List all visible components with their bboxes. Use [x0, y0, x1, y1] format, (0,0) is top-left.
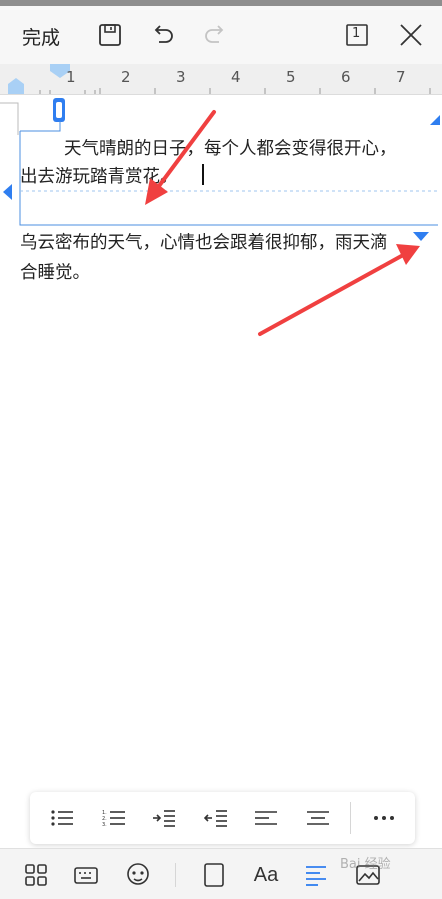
ruler-number: 7 — [396, 68, 406, 86]
ruler-number: 1 — [66, 68, 76, 86]
redo-icon[interactable] — [200, 20, 230, 50]
align-left-icon[interactable] — [250, 802, 282, 834]
divider — [175, 863, 176, 887]
watermark: Bai 经验 — [340, 857, 391, 872]
left-selection-handle-icon[interactable] — [2, 183, 14, 201]
ruler-number: 2 — [121, 68, 131, 86]
increase-indent-icon[interactable] — [148, 802, 180, 834]
paragraph2-line1[interactable]: 乌云密布的天气，心情也会跟着很抑郁，雨天滴 — [20, 229, 388, 254]
page-count-label: 1 — [352, 26, 361, 41]
numbered-list-icon[interactable]: 1. 2. 3. — [98, 802, 130, 834]
done-button[interactable]: 完成 — [22, 23, 60, 50]
more-icon[interactable] — [368, 802, 400, 834]
font-icon[interactable]: Aa — [250, 859, 282, 891]
paragraph1-line1[interactable]: 天气晴朗的日子，每个人都会变得很开心， — [64, 135, 397, 160]
keyboard-icon[interactable] — [70, 859, 102, 891]
right-selection-handle-icon[interactable] — [412, 231, 430, 243]
bullet-list-icon[interactable] — [46, 802, 78, 834]
document-canvas[interactable]: 天气晴朗的日子，每个人都会变得很开心， 出去游玩踏青赏花。 乌云密布的天气，心情… — [0, 95, 442, 790]
svg-text:3.: 3. — [102, 822, 107, 828]
align-center-icon[interactable] — [302, 802, 334, 834]
ruler-number: 4 — [231, 68, 241, 86]
page-frame-icon[interactable] — [198, 859, 230, 891]
ruler-number: 5 — [286, 68, 296, 86]
apps-grid-icon[interactable] — [20, 859, 52, 891]
ruler[interactable]: 1 2 3 4 5 6 7 — [0, 64, 442, 95]
close-icon[interactable] — [396, 20, 426, 50]
divider — [350, 802, 351, 834]
undo-icon[interactable] — [148, 20, 178, 50]
paragraph-icon[interactable] — [300, 859, 332, 891]
text-cursor — [202, 164, 204, 185]
paragraph2-line2[interactable]: 合睡觉。 — [20, 259, 90, 284]
ruler-number: 3 — [176, 68, 186, 86]
ruler-number: 6 — [341, 68, 351, 86]
emoji-icon[interactable] — [122, 859, 154, 891]
top-toolbar: 完成 1 — [0, 6, 442, 64]
font-label: Aa — [253, 863, 279, 886]
paragraph1-line2[interactable]: 出去游玩踏青赏花。 — [20, 163, 178, 188]
page-count-icon[interactable]: 1 — [342, 20, 372, 50]
format-toolbar: 1. 2. 3. — [30, 792, 415, 844]
decrease-indent-icon[interactable] — [200, 802, 232, 834]
save-icon[interactable] — [95, 20, 125, 50]
